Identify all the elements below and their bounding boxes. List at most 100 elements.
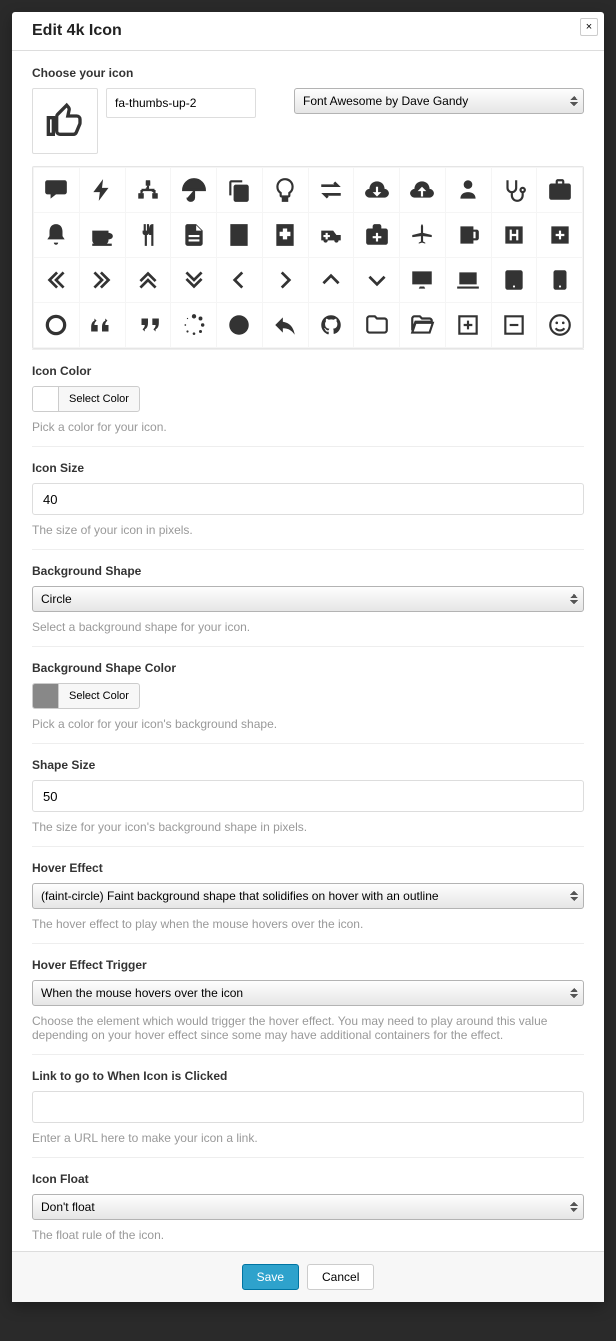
angle-double-left-icon [43, 267, 69, 293]
icon-option-beer[interactable] [446, 213, 491, 257]
field-hover-trigger: Hover Effect Trigger When the mouse hove… [32, 943, 584, 1054]
shape-size-help: The size for your icon's background shap… [32, 820, 584, 834]
icon-option-comments[interactable] [34, 168, 79, 212]
icon-grid [32, 166, 584, 349]
cloud-download-icon [364, 177, 390, 203]
icon-name-input[interactable] [106, 88, 256, 118]
smile-icon [547, 312, 573, 338]
bg-shape-color-label: Background Shape Color [32, 661, 584, 675]
icon-option-angle-right[interactable] [263, 258, 308, 302]
icon-preview[interactable] [32, 88, 98, 154]
medkit-icon [364, 222, 390, 248]
hover-trigger-select[interactable]: When the mouse hovers over the icon [32, 980, 584, 1006]
icon-option-circle[interactable] [217, 303, 262, 347]
icon-option-sitemap[interactable] [126, 168, 171, 212]
laptop-icon [455, 267, 481, 293]
link-help: Enter a URL here to make your icon a lin… [32, 1131, 584, 1145]
choose-icon-label: Choose your icon [32, 66, 584, 80]
icon-option-smile[interactable] [537, 303, 582, 347]
plus-square-icon [547, 222, 573, 248]
icon-option-flash[interactable] [80, 168, 125, 212]
icon-option-plus-box[interactable] [446, 303, 491, 347]
float-select[interactable]: Don't float [32, 1194, 584, 1220]
icon-option-plus-square[interactable] [537, 213, 582, 257]
icon-option-minus-box[interactable] [492, 303, 537, 347]
icon-option-cloud-upload[interactable] [400, 168, 445, 212]
bg-shape-color-picker[interactable]: Select Color [32, 683, 140, 709]
icon-option-angle-down[interactable] [354, 258, 399, 302]
hospital-icon [272, 222, 298, 248]
choose-icon-row: Font Awesome by Dave Gandy [32, 88, 584, 154]
icon-option-lightbulb[interactable] [263, 168, 308, 212]
save-button[interactable]: Save [242, 1264, 299, 1290]
select-color-button[interactable]: Select Color [59, 389, 139, 409]
select-bg-color-button[interactable]: Select Color [59, 686, 139, 706]
icon-color-picker[interactable]: Select Color [32, 386, 140, 412]
icon-option-angle-double-right[interactable] [80, 258, 125, 302]
icon-option-cutlery[interactable] [126, 213, 171, 257]
icon-option-exchange[interactable] [309, 168, 354, 212]
bg-shape-select[interactable]: Circle [32, 586, 584, 612]
icon-option-plane[interactable] [400, 213, 445, 257]
icon-option-file-text[interactable] [171, 213, 216, 257]
icon-option-desktop[interactable] [400, 258, 445, 302]
h-square-icon [501, 222, 527, 248]
icon-pack-select[interactable]: Font Awesome by Dave Gandy [294, 88, 584, 114]
hover-effect-select[interactable]: (faint-circle) Faint background shape th… [32, 883, 584, 909]
float-label: Icon Float [32, 1172, 584, 1186]
angle-double-right-icon [89, 267, 115, 293]
beer-icon [455, 222, 481, 248]
icon-option-tablet[interactable] [492, 258, 537, 302]
icon-option-bell[interactable] [34, 213, 79, 257]
icon-option-angle-left[interactable] [217, 258, 262, 302]
icon-option-circle-o[interactable] [34, 303, 79, 347]
quote-right-icon [135, 312, 161, 338]
icon-size-input[interactable] [32, 483, 584, 515]
cancel-button[interactable]: Cancel [307, 1264, 374, 1290]
icon-option-cloud-download[interactable] [354, 168, 399, 212]
modal-header: Edit 4k Icon [12, 12, 604, 51]
icon-option-angle-double-left[interactable] [34, 258, 79, 302]
icon-option-umbrella[interactable] [171, 168, 216, 212]
icon-option-angle-up[interactable] [309, 258, 354, 302]
icon-option-angle-double-down[interactable] [171, 258, 216, 302]
color-swatch-bg [33, 684, 59, 708]
icon-option-h-square[interactable] [492, 213, 537, 257]
icon-option-folder[interactable] [354, 303, 399, 347]
link-input[interactable] [32, 1091, 584, 1123]
icon-option-ambulance[interactable] [309, 213, 354, 257]
icon-option-quote-left[interactable] [80, 303, 125, 347]
icon-option-spinner[interactable] [171, 303, 216, 347]
cloud-upload-icon [409, 177, 435, 203]
icon-option-hospital[interactable] [263, 213, 308, 257]
icon-option-medkit[interactable] [354, 213, 399, 257]
sitemap-icon [135, 177, 161, 203]
icon-option-doctor[interactable] [446, 168, 491, 212]
icon-option-coffee[interactable] [80, 213, 125, 257]
close-button[interactable]: × [580, 18, 598, 36]
icon-option-github-alt[interactable] [309, 303, 354, 347]
icon-option-folder-open[interactable] [400, 303, 445, 347]
shape-size-input[interactable] [32, 780, 584, 812]
icon-option-reply[interactable] [263, 303, 308, 347]
icon-option-quote-right[interactable] [126, 303, 171, 347]
field-shape-size: Shape Size The size for your icon's back… [32, 743, 584, 846]
field-hover-effect: Hover Effect (faint-circle) Faint backgr… [32, 846, 584, 943]
icon-option-laptop[interactable] [446, 258, 491, 302]
bg-shape-help: Select a background shape for your icon. [32, 620, 584, 634]
icon-option-mobile[interactable] [537, 258, 582, 302]
icon-option-building[interactable] [217, 213, 262, 257]
circle-o-icon [43, 312, 69, 338]
hover-trigger-help: Choose the element which would trigger t… [32, 1014, 584, 1042]
icon-option-suitcase[interactable] [537, 168, 582, 212]
icon-option-stethoscope[interactable] [492, 168, 537, 212]
icon-option-copy[interactable] [217, 168, 262, 212]
angle-left-icon [226, 267, 252, 293]
link-label: Link to go to When Icon is Clicked [32, 1069, 584, 1083]
bg-shape-color-help: Pick a color for your icon's background … [32, 717, 584, 731]
plane-icon [409, 222, 435, 248]
float-help: The float rule of the icon. [32, 1228, 584, 1242]
icon-option-angle-double-up[interactable] [126, 258, 171, 302]
tablet-icon [501, 267, 527, 293]
lightbulb-icon [272, 177, 298, 203]
